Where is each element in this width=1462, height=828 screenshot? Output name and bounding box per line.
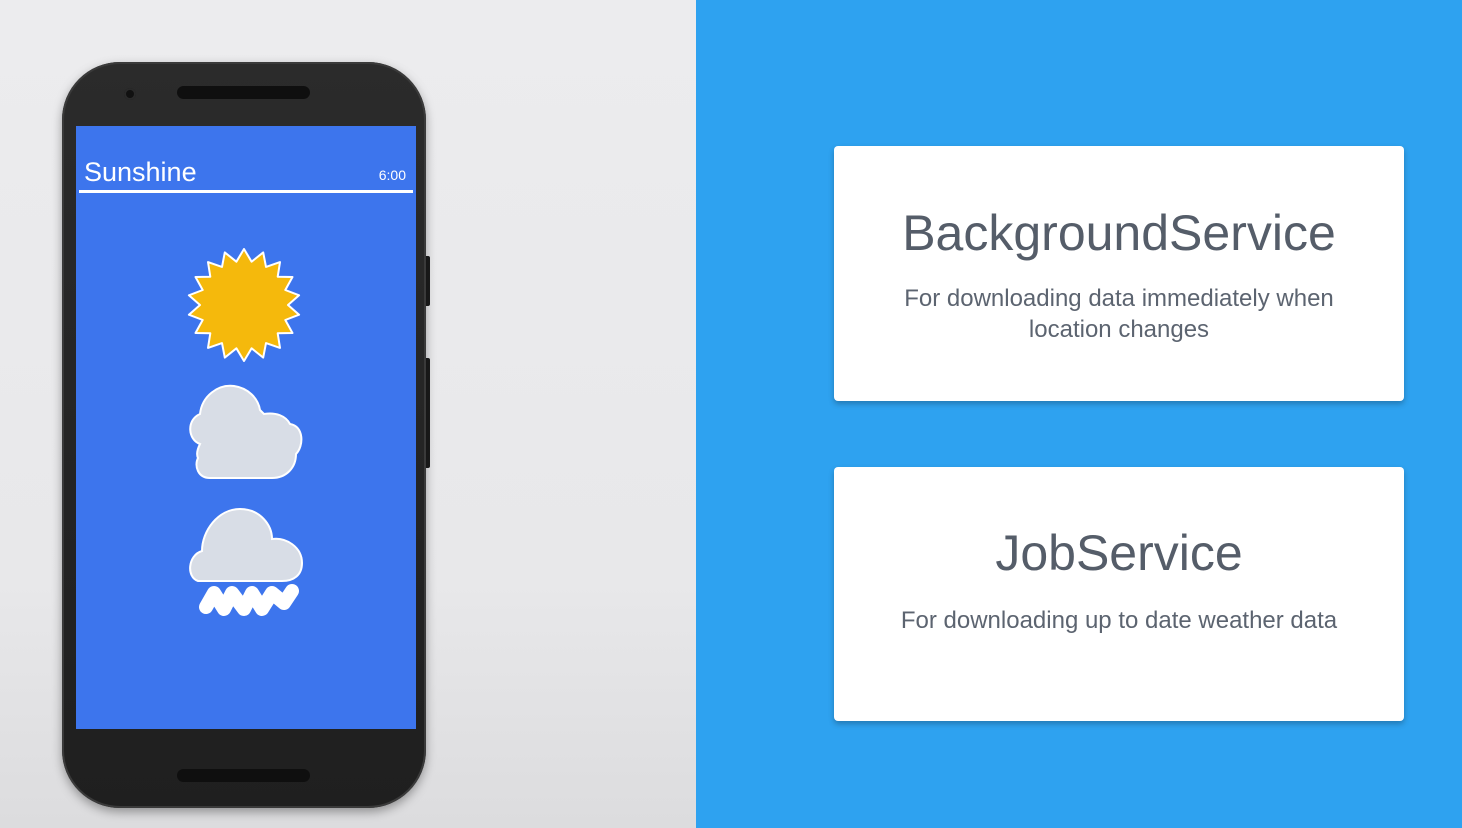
slide: Sunshine 6:00 BackgroundService For down… <box>0 0 1462 828</box>
phone-screen: Sunshine 6:00 <box>76 126 416 729</box>
camera-icon <box>124 88 136 100</box>
status-time: 6:00 <box>378 167 406 183</box>
job-service-card: JobService For downloading up to date we… <box>834 467 1404 721</box>
sun-icon <box>187 248 301 362</box>
app-title: Sunshine <box>84 157 197 187</box>
card-title: BackgroundService <box>902 205 1336 261</box>
background-service-card: BackgroundService For downloading data i… <box>834 146 1404 401</box>
phone-speaker-top <box>177 86 310 99</box>
card-description: For downloading data immediately when lo… <box>904 285 1334 343</box>
title-divider <box>79 190 413 193</box>
card-title: JobService <box>995 525 1243 581</box>
cloud-icon <box>189 384 303 479</box>
card-description: For downloading up to date weather data <box>900 607 1338 634</box>
rain-icon <box>189 507 304 616</box>
phone-speaker-bottom <box>177 769 310 782</box>
